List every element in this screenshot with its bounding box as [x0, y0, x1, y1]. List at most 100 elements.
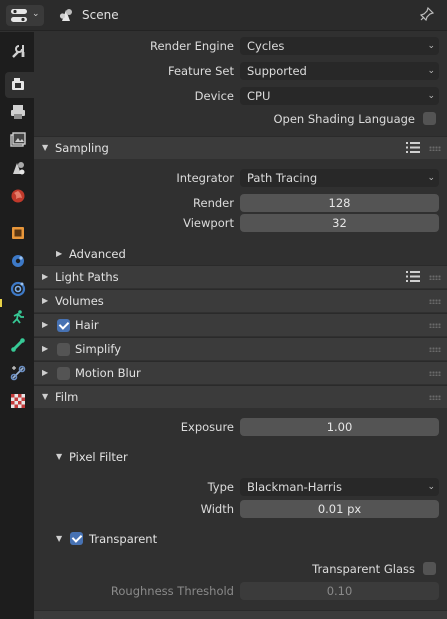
render-engine-dropdown[interactable]: Cycles ⌄ [240, 37, 439, 55]
particles-icon [10, 281, 26, 297]
panel-hair[interactable]: ▶ Hair [34, 313, 447, 336]
osl-checkbox[interactable] [423, 112, 436, 125]
drag-grip-icon[interactable] [429, 299, 441, 304]
motion-blur-checkbox[interactable] [57, 367, 70, 380]
transparent-glass-row: Transparent Glass [34, 560, 447, 580]
transparent-glass-label: Transparent Glass [312, 562, 415, 576]
feature-set-value: Supported [247, 64, 307, 78]
drag-grip-icon[interactable] [429, 275, 441, 280]
hair-checkbox[interactable] [57, 319, 70, 332]
object-cube-icon [12, 227, 24, 239]
properties-header: ⌄ Scene [0, 0, 447, 31]
panel-title: Motion Blur [75, 366, 141, 380]
chevron-down-icon: ⌄ [427, 482, 435, 492]
tab-modifiers[interactable] [4, 249, 32, 275]
properties-content: Render Engine Cycles ⌄ Feature Set Suppo… [34, 32, 447, 619]
triangle-right-icon: ▶ [56, 249, 63, 258]
simplify-checkbox[interactable] [57, 343, 70, 356]
tab-world[interactable] [4, 184, 32, 210]
modifier-wrench-icon [12, 255, 24, 267]
transparent-checkbox[interactable] [70, 532, 83, 545]
scene-icon [13, 162, 25, 175]
pin-icon[interactable] [420, 7, 434, 21]
tab-particles[interactable] [4, 277, 32, 303]
tab-scene[interactable] [4, 156, 32, 182]
filter-type-row: Type Blackman-Harris ⌄ [34, 478, 447, 498]
panel-simplify[interactable]: ▶ Simplify [34, 337, 447, 360]
panel-title: Hair [75, 318, 99, 332]
panel-title: Light Paths [55, 270, 119, 284]
drag-grip-icon[interactable] [429, 323, 441, 328]
viewport-samples-field[interactable]: 32 [240, 214, 439, 232]
panel-title: Simplify [75, 342, 122, 356]
feature-set-dropdown[interactable]: Supported ⌄ [240, 62, 439, 80]
exposure-field[interactable]: 1.00 [240, 418, 439, 436]
tab-physics[interactable] [4, 305, 32, 331]
panel-title: Transparent [89, 532, 158, 546]
bone-icon [11, 338, 25, 352]
render-samples-label: Render [193, 196, 234, 210]
breadcrumb-title: Scene [82, 8, 119, 22]
tab-render[interactable] [5, 72, 34, 98]
feature-set-label: Feature Set [168, 64, 234, 78]
roughness-threshold-field[interactable]: 0.10 [240, 582, 439, 600]
panel-film[interactable]: ▼ Film [34, 385, 447, 408]
filter-type-value: Blackman-Harris [247, 480, 342, 494]
integrator-row: Integrator Path Tracing ⌄ [34, 169, 447, 189]
filter-width-label: Width [200, 502, 234, 516]
integrator-value: Path Tracing [247, 171, 318, 185]
panel-performance-partial[interactable]: ▶ [34, 610, 447, 619]
drag-grip-icon[interactable] [429, 371, 441, 376]
device-label: Device [194, 89, 234, 103]
drag-grip-icon[interactable] [429, 395, 441, 400]
wrench-screwdriver-icon [12, 45, 25, 58]
render-engine-label: Render Engine [149, 39, 234, 53]
editor-type-button[interactable]: ⌄ [6, 5, 44, 26]
triangle-down-icon: ▼ [56, 452, 63, 461]
device-row: Device CPU ⌄ [34, 87, 447, 107]
presets-list-icon[interactable] [406, 141, 420, 154]
tab-output[interactable] [4, 100, 32, 126]
tab-tool[interactable] [4, 39, 32, 65]
drag-grip-icon[interactable] [429, 347, 441, 352]
render-engine-row: Render Engine Cycles ⌄ [34, 37, 447, 57]
viewport-samples-label: Viewport [183, 216, 234, 230]
subpanel-pixel-filter[interactable]: ▼ Pixel Filter [34, 446, 447, 469]
triangle-down-icon: ▼ [42, 392, 49, 401]
render-samples-field[interactable]: 128 [240, 194, 439, 212]
integrator-dropdown[interactable]: Path Tracing ⌄ [240, 169, 439, 187]
printer-icon [11, 105, 25, 119]
tab-texture[interactable] [4, 389, 32, 415]
filter-width-field[interactable]: 0.01 px [240, 500, 439, 518]
filter-type-dropdown[interactable]: Blackman-Harris ⌄ [240, 478, 439, 496]
triangle-right-icon: ▶ [42, 320, 49, 329]
panel-title: Volumes [55, 294, 104, 308]
panel-light-paths[interactable]: ▶ Light Paths [34, 265, 447, 288]
render-engine-value: Cycles [247, 39, 285, 53]
feature-set-row: Feature Set Supported ⌄ [34, 62, 447, 82]
triangle-right-icon: ▶ [42, 272, 49, 281]
panel-title: Film [55, 390, 79, 404]
device-dropdown[interactable]: CPU ⌄ [240, 87, 439, 105]
properties-tab-strip [0, 32, 34, 619]
subpanel-advanced[interactable]: ▶ Advanced [34, 243, 447, 266]
tab-data[interactable] [4, 361, 32, 387]
viewport-samples-row: Viewport 32 [34, 214, 447, 234]
filter-type-label: Type [207, 480, 234, 494]
tab-object[interactable] [4, 221, 32, 247]
drag-grip-icon[interactable] [429, 146, 441, 151]
triangle-right-icon: ▶ [42, 344, 49, 353]
presets-list-icon[interactable] [406, 270, 420, 283]
panel-sampling[interactable]: ▼ Sampling [34, 136, 447, 159]
transparent-glass-checkbox[interactable] [423, 562, 436, 575]
subpanel-transparent[interactable]: ▼ Transparent [34, 528, 447, 551]
area-edge-marker [0, 299, 2, 307]
filter-width-row: Width 0.01 px [34, 500, 447, 520]
triangle-down-icon: ▼ [42, 143, 49, 152]
tab-view-layer[interactable] [4, 128, 32, 154]
panel-volumes[interactable]: ▶ Volumes [34, 289, 447, 312]
chevron-down-icon: ⌄ [427, 91, 435, 101]
triangle-right-icon: ▶ [42, 296, 49, 305]
tab-constraints[interactable] [4, 333, 32, 359]
panel-motion-blur[interactable]: ▶ Motion Blur [34, 361, 447, 384]
